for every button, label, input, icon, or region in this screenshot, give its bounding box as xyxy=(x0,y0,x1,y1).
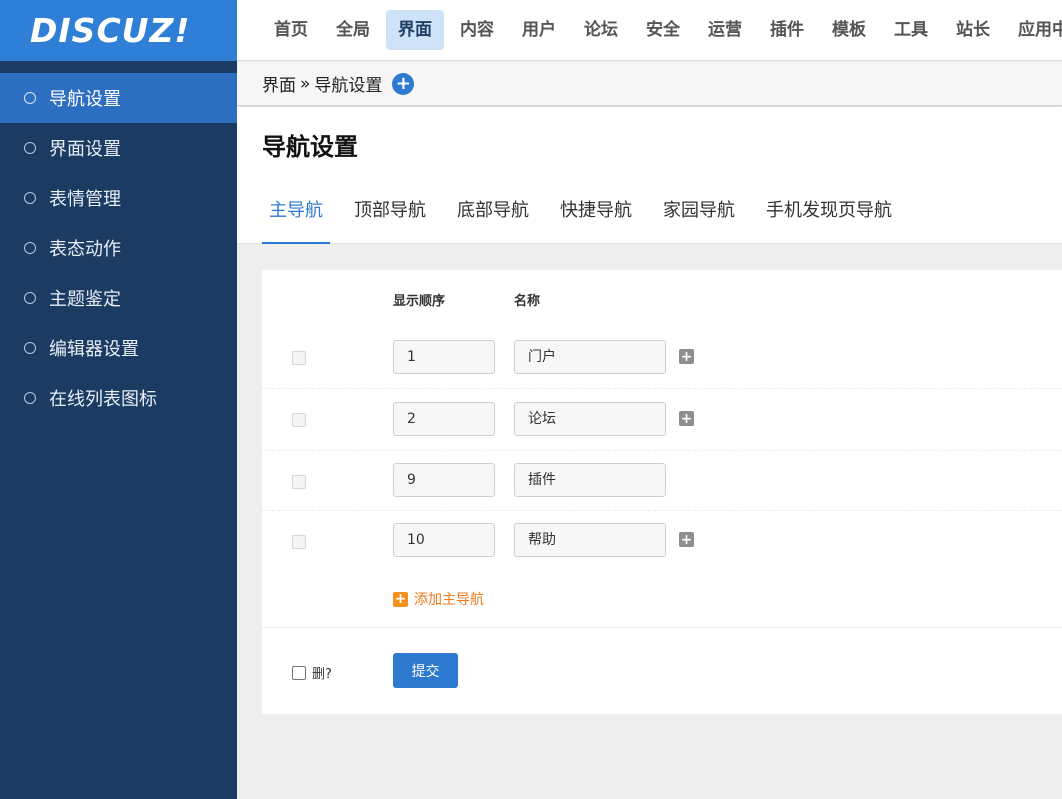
topnav-item-ui[interactable]: 界面 xyxy=(386,10,444,50)
sidebar-item-label: 表情管理 xyxy=(49,189,121,210)
table-row: 10 帮助 + xyxy=(262,511,1062,571)
name-input[interactable]: 论坛 xyxy=(514,402,666,436)
topnav-item-forum[interactable]: 论坛 xyxy=(572,10,630,50)
nav-table-card: 显示顺序 名称 1 门户 + 2 论坛 + 9 插件 10 帮助 + + 添加主… xyxy=(262,270,1062,714)
sidebar-item-label: 界面设置 xyxy=(49,139,121,160)
plus-square-icon: + xyxy=(393,591,408,607)
table-row: 2 论坛 + xyxy=(262,389,1062,451)
sidebar-item-ui-settings[interactable]: 界面设置 xyxy=(0,123,237,173)
row-checkbox[interactable] xyxy=(292,351,306,365)
sidebar-item-online-list-icons[interactable]: 在线列表图标 xyxy=(0,373,237,423)
add-main-nav-link[interactable]: + 添加主导航 xyxy=(393,589,484,609)
sidebar-item-reactions[interactable]: 表态动作 xyxy=(0,223,237,273)
submit-button[interactable]: 提交 xyxy=(393,653,458,688)
sidebar-item-label: 主题鉴定 xyxy=(49,289,121,310)
order-input[interactable]: 9 xyxy=(393,463,495,497)
column-header-name: 名称 xyxy=(514,294,541,309)
circle-icon xyxy=(24,192,36,204)
topnav-item-users[interactable]: 用户 xyxy=(510,10,568,50)
row-checkbox[interactable] xyxy=(292,413,306,427)
topnav-item-tools[interactable]: 工具 xyxy=(882,10,940,50)
row-checkbox[interactable] xyxy=(292,475,306,489)
top-nav: 首页 全局 界面 内容 用户 论坛 安全 运营 插件 模板 工具 站长 应用中心 xyxy=(237,0,1062,61)
order-input[interactable]: 10 xyxy=(393,523,495,557)
circle-icon xyxy=(24,142,36,154)
topnav-item-admin[interactable]: 站长 xyxy=(944,10,1002,50)
order-input[interactable]: 2 xyxy=(393,402,495,436)
topnav-item-operations[interactable]: 运营 xyxy=(696,10,754,50)
add-main-nav-label: 添加主导航 xyxy=(414,592,484,608)
breadcrumb-parent[interactable]: 界面 xyxy=(262,71,296,96)
delete-checkbox[interactable] xyxy=(292,665,306,680)
breadcrumb-separator: » xyxy=(300,73,311,94)
breadcrumb-current: 导航设置 xyxy=(314,76,383,96)
topnav-item-app-center[interactable]: 应用中心 xyxy=(1006,10,1062,50)
page-header: 导航设置 主导航 顶部导航 底部导航 快捷导航 家园导航 手机发现页导航 xyxy=(237,107,1062,244)
circle-icon xyxy=(24,292,36,304)
sidebar-item-editor-settings[interactable]: 编辑器设置 xyxy=(0,323,237,373)
sidebar-item-nav-settings[interactable]: 导航设置 xyxy=(0,73,237,123)
sidebar-item-label: 在线列表图标 xyxy=(49,389,157,410)
delete-toggle[interactable]: 删? xyxy=(292,663,332,682)
topnav-item-content[interactable]: 内容 xyxy=(448,10,506,50)
order-input[interactable]: 1 xyxy=(393,340,495,374)
name-input[interactable]: 插件 xyxy=(514,463,666,497)
plus-square-icon[interactable]: + xyxy=(679,532,694,547)
delete-label: 删? xyxy=(312,667,332,682)
sidebar-item-label: 导航设置 xyxy=(49,89,121,110)
plus-circle-icon[interactable]: + xyxy=(392,72,415,95)
logo-text: DISCUZ! xyxy=(30,11,191,50)
name-input[interactable]: 门户 xyxy=(514,340,666,374)
table-row: 9 插件 xyxy=(262,451,1062,511)
tab-quick-nav[interactable]: 快捷导航 xyxy=(553,192,639,244)
tab-top-nav[interactable]: 顶部导航 xyxy=(347,192,433,244)
sidebar: DISCUZ! 导航设置 界面设置 表情管理 表态动作 主题鉴定 编辑器设置 在… xyxy=(0,0,237,799)
name-input[interactable]: 帮助 xyxy=(514,523,666,557)
tab-bar: 主导航 顶部导航 底部导航 快捷导航 家园导航 手机发现页导航 xyxy=(262,192,916,244)
circle-icon xyxy=(24,92,36,104)
sidebar-item-smilies[interactable]: 表情管理 xyxy=(0,173,237,223)
divider xyxy=(262,627,1062,628)
topnav-item-templates[interactable]: 模板 xyxy=(820,10,878,50)
row-checkbox[interactable] xyxy=(292,535,306,549)
sidebar-item-label: 编辑器设置 xyxy=(49,339,139,360)
circle-icon xyxy=(24,342,36,354)
tab-home-nav[interactable]: 家园导航 xyxy=(656,192,742,244)
topnav-item-global[interactable]: 全局 xyxy=(324,10,382,50)
sidebar-item-thread-stamps[interactable]: 主题鉴定 xyxy=(0,273,237,323)
topnav-item-security[interactable]: 安全 xyxy=(634,10,692,50)
table-row: 1 门户 + xyxy=(262,325,1062,389)
sidebar-item-label: 表态动作 xyxy=(49,239,121,260)
breadcrumb: 界面 » 导航设置 + xyxy=(237,62,1062,106)
tab-mobile-discover-nav[interactable]: 手机发现页导航 xyxy=(759,192,899,244)
tab-main-nav[interactable]: 主导航 xyxy=(262,192,330,244)
plus-square-icon[interactable]: + xyxy=(679,411,694,426)
tab-footer-nav[interactable]: 底部导航 xyxy=(450,192,536,244)
circle-icon xyxy=(24,242,36,254)
topnav-item-plugins[interactable]: 插件 xyxy=(758,10,816,50)
page-title: 导航设置 xyxy=(262,133,358,161)
logo[interactable]: DISCUZ! xyxy=(0,0,237,61)
topnav-item-home[interactable]: 首页 xyxy=(262,10,320,50)
plus-square-icon[interactable]: + xyxy=(679,349,694,364)
circle-icon xyxy=(24,392,36,404)
sidebar-menu: 导航设置 界面设置 表情管理 表态动作 主题鉴定 编辑器设置 在线列表图标 xyxy=(0,61,237,423)
column-header-order: 显示顺序 xyxy=(393,294,446,309)
